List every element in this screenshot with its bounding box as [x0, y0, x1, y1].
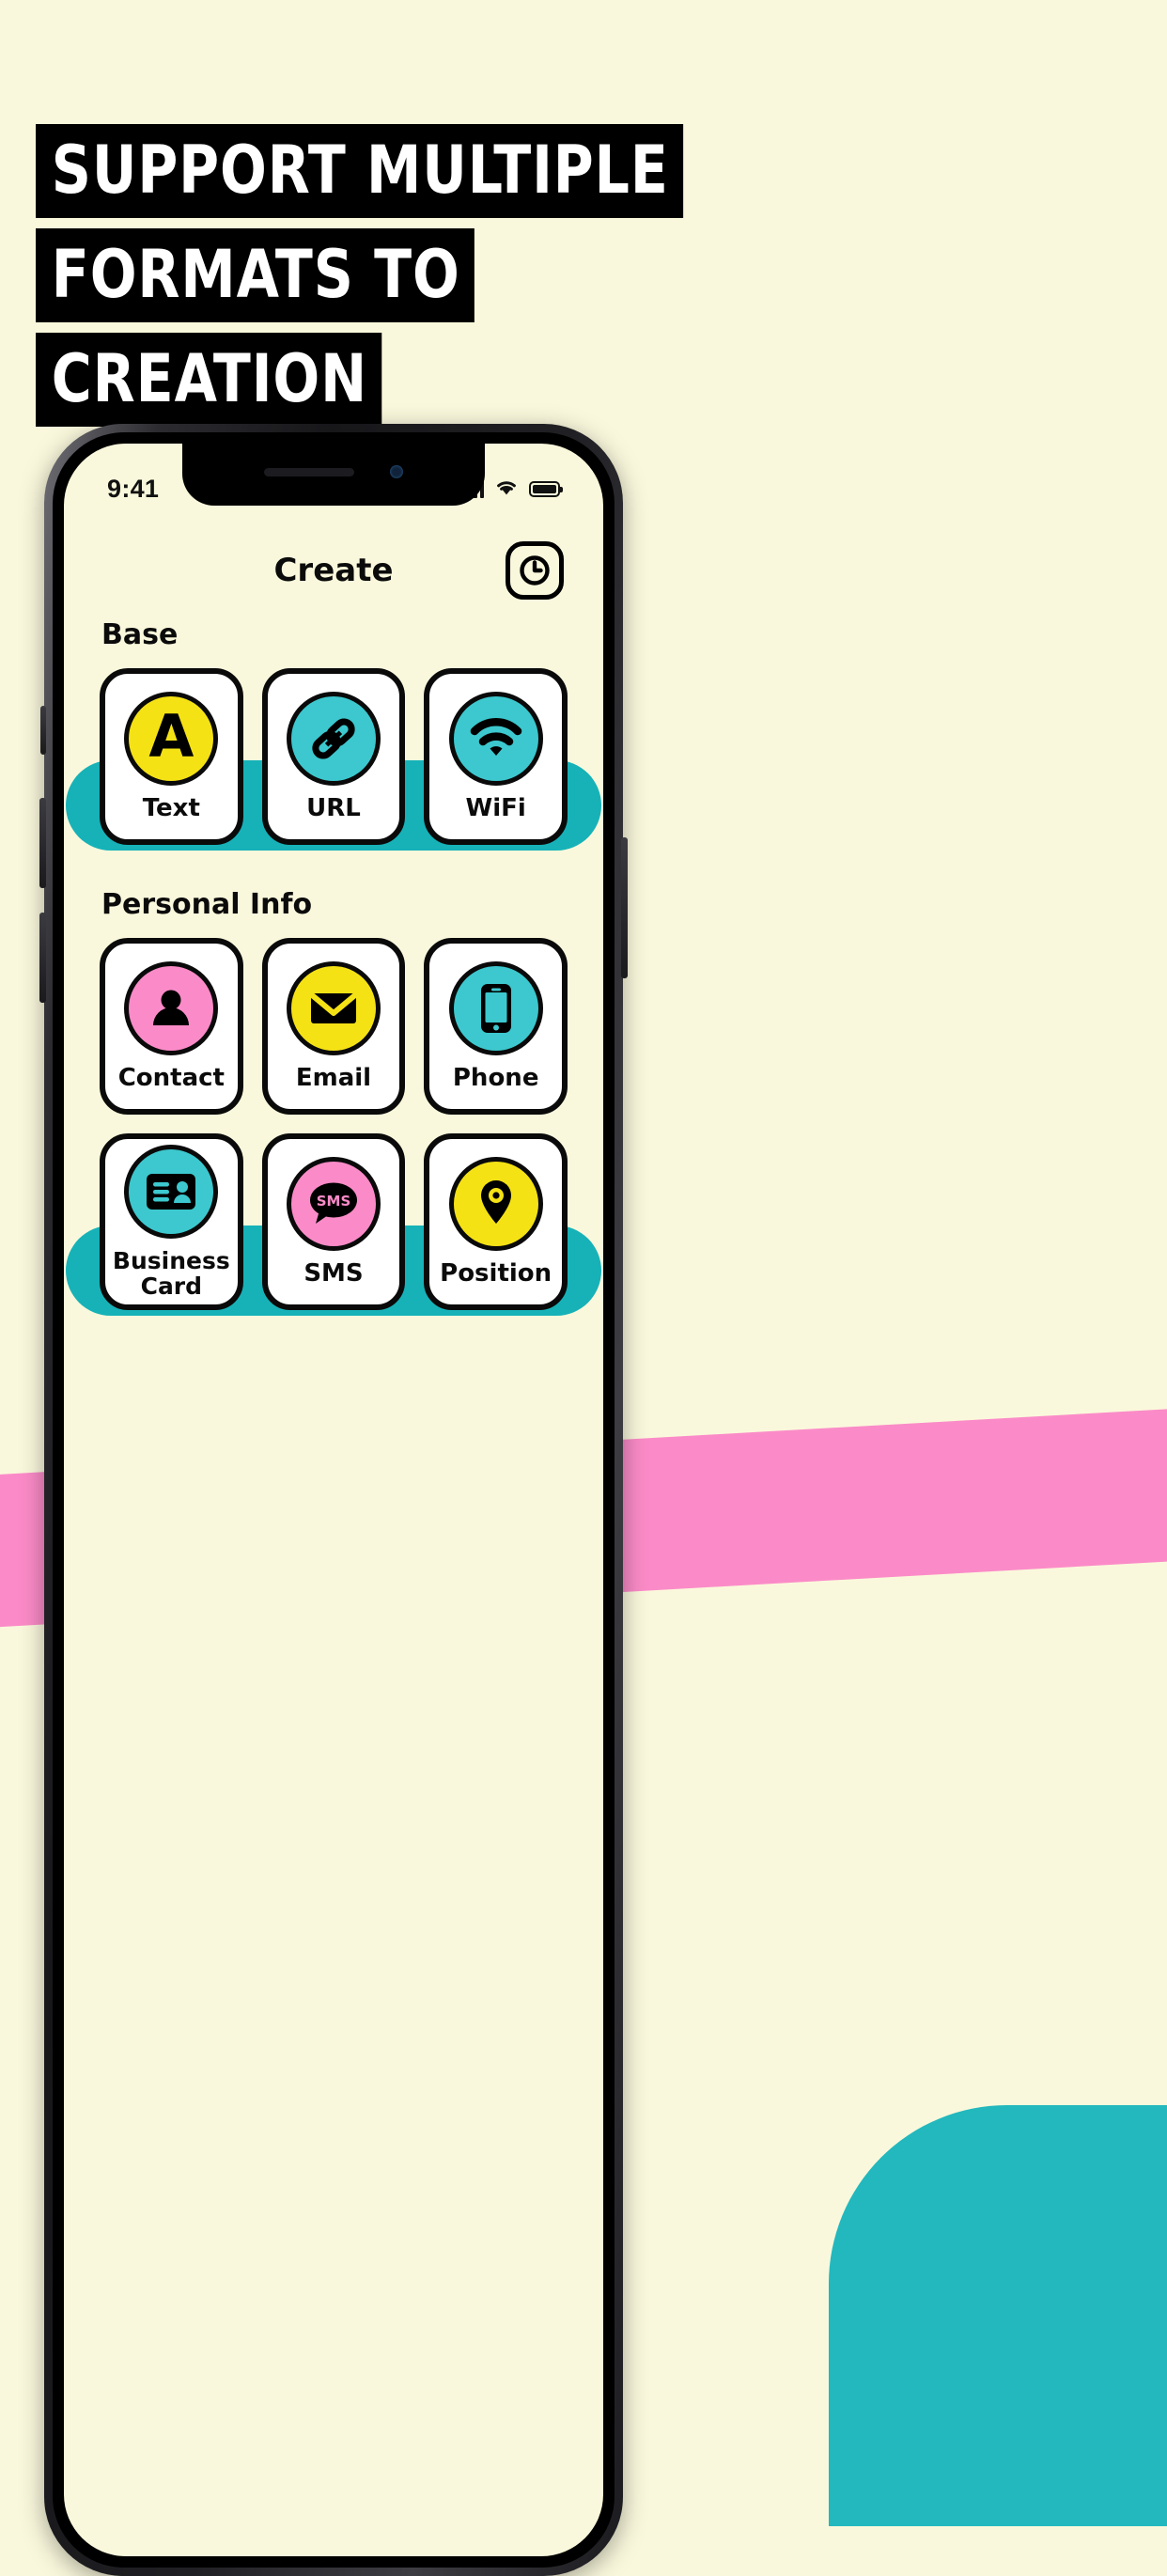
sms-bubble-icon: SMS — [286, 1156, 381, 1251]
letter-a-icon: A — [124, 691, 219, 786]
card-label: Email — [295, 1063, 372, 1092]
card-label: Position — [440, 1258, 552, 1288]
person-icon — [124, 960, 219, 1055]
card-label: Phone — [452, 1063, 539, 1092]
create-card-url[interactable]: URL — [261, 668, 406, 845]
card-label: Text — [142, 793, 200, 822]
promo-headline: SUPPORT MULTIPLE FORMATS TO CREATION — [36, 124, 693, 437]
page-title: Create — [273, 552, 394, 589]
section-title-base: Base — [101, 618, 179, 651]
card-label: Business Card — [112, 1247, 230, 1300]
map-pin-icon — [448, 1156, 543, 1251]
link-chain-icon — [286, 691, 381, 786]
front-camera-icon — [390, 465, 403, 478]
card-label: URL — [306, 793, 361, 822]
wifi-icon — [448, 691, 543, 786]
envelope-icon — [286, 960, 381, 1055]
volume-down-button[interactable] — [39, 913, 46, 1003]
create-card-email[interactable]: Email — [261, 938, 406, 1115]
section-title-personal-info: Personal Info — [101, 888, 313, 921]
card-label: WiFi — [465, 793, 526, 822]
smartphone-icon — [448, 960, 543, 1055]
battery-full-icon — [529, 480, 563, 497]
phone-mockup: 9:41 Create Base A Text URL WiFi Persona… — [39, 424, 628, 2576]
status-time: 9:41 — [107, 474, 160, 503]
section-personal-info: Personal Info Contact Email Phone Busine… — [64, 888, 603, 1316]
section-base: Base A Text URL WiFi — [64, 618, 603, 851]
headline-line-2: FORMATS TO — [36, 228, 475, 322]
earpiece-speaker-icon — [264, 467, 354, 476]
id-card-icon — [124, 1145, 219, 1239]
wifi-status-icon — [494, 477, 519, 500]
card-label: SMS — [303, 1258, 364, 1288]
headline-line-1: SUPPORT MULTIPLE — [36, 124, 683, 218]
personal-grid-row-1: Contact Email Phone — [64, 938, 603, 1115]
create-content: Base A Text URL WiFi Personal Info Conta… — [64, 618, 603, 2556]
create-card-sms[interactable]: SMS SMS — [261, 1133, 406, 1310]
create-card-position[interactable]: Position — [424, 1133, 568, 1310]
mute-switch-button[interactable] — [40, 706, 46, 755]
card-label: Contact — [117, 1063, 225, 1092]
clock-history-icon — [520, 555, 550, 585]
personal-grid-row-2: Business Card SMS SMS Position — [64, 1133, 603, 1310]
svg-text:SMS: SMS — [317, 1193, 351, 1210]
teal-blob-decoration — [829, 2105, 1167, 2526]
create-card-phone[interactable]: Phone — [424, 938, 568, 1115]
power-button[interactable] — [621, 837, 628, 978]
headline-line-3: CREATION — [36, 333, 381, 427]
base-grid: A Text URL WiFi — [64, 668, 603, 845]
create-card-contact[interactable]: Contact — [100, 938, 243, 1115]
app-header: Create — [64, 530, 603, 611]
history-button[interactable] — [506, 541, 564, 600]
create-card-wifi[interactable]: WiFi — [424, 668, 568, 845]
volume-up-button[interactable] — [39, 798, 46, 888]
phone-notch — [182, 444, 485, 506]
create-card-text[interactable]: A Text — [100, 668, 243, 845]
create-card-business-card[interactable]: Business Card — [100, 1133, 243, 1310]
phone-screen: 9:41 Create Base A Text URL WiFi Persona… — [64, 444, 603, 2556]
